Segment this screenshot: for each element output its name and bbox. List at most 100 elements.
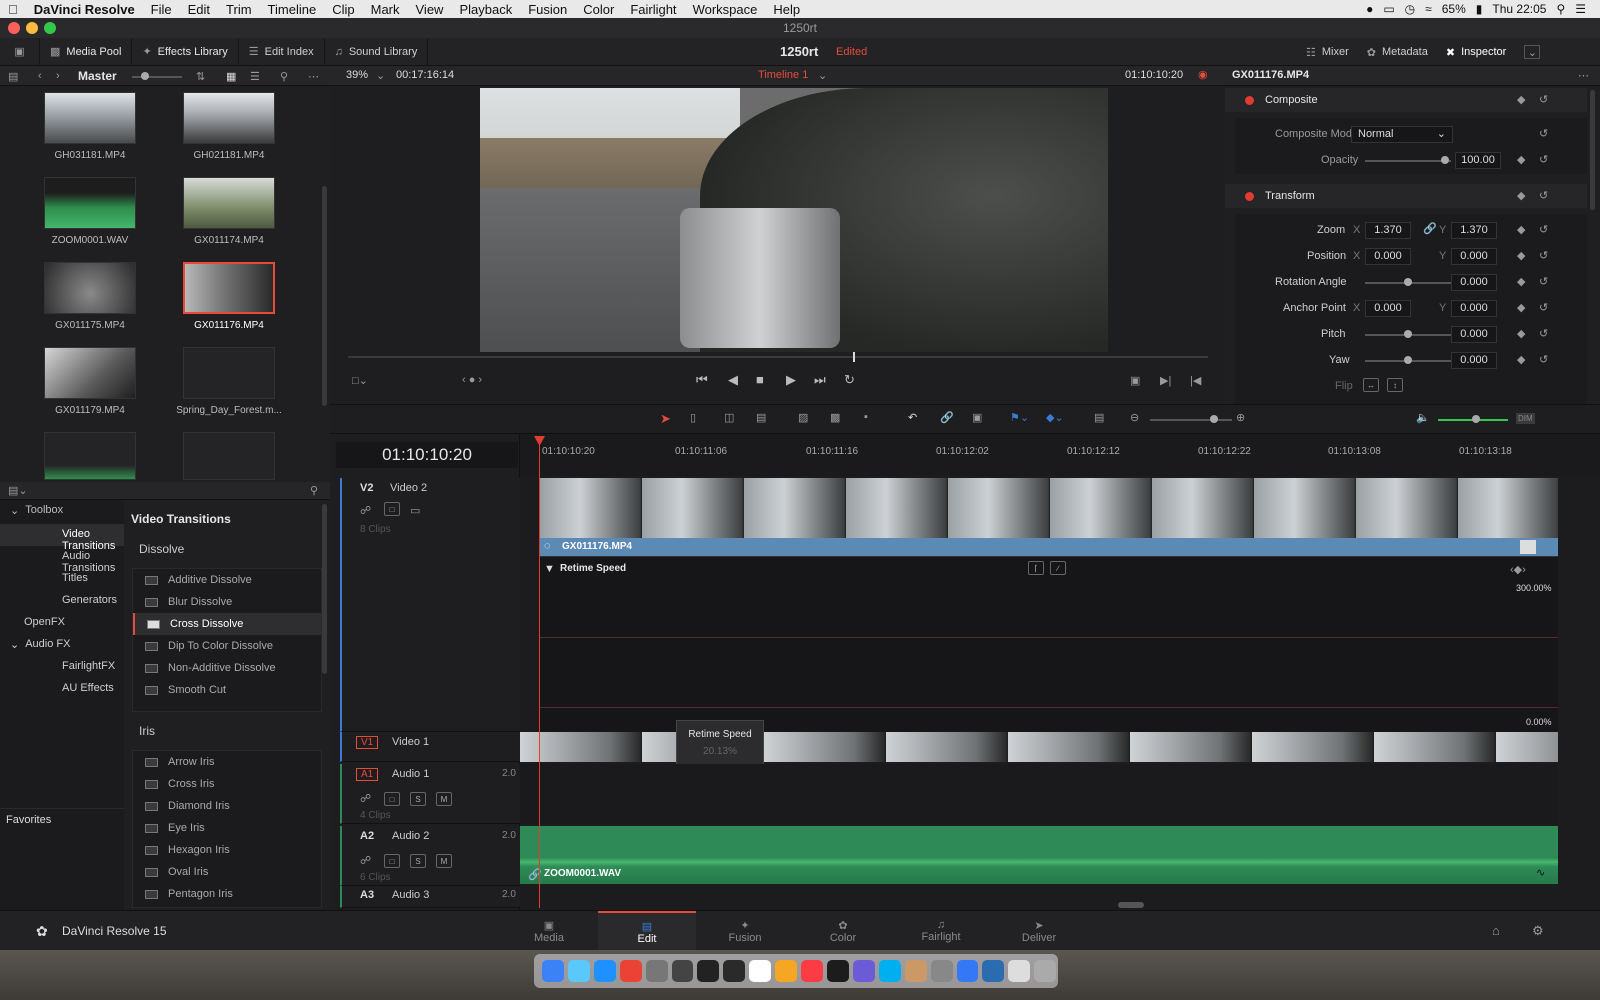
favorites-label[interactable]: Favorites [6,814,51,826]
menu-playback[interactable]: Playback [451,2,520,17]
track-header-a1[interactable]: A1 Audio 1 2.0 ☍ □ S M 4 Clips [340,764,520,824]
sidebar-toggle-icon[interactable]: ▤ [8,70,18,83]
curve-editor-icon[interactable] [1520,540,1536,554]
clip-thumbnail[interactable] [44,92,136,144]
audio-clip-thumbnail[interactable] [44,177,136,229]
mute-button[interactable]: M [436,792,452,806]
scrubber-playhead[interactable] [853,352,855,362]
menu-trim[interactable]: Trim [218,2,260,17]
more-options-icon[interactable]: ⋯ [308,70,319,83]
flip-vertical-icon[interactable]: ↕ [1387,378,1403,392]
keyframe-icon[interactable]: ◆ [1517,327,1525,340]
back-icon[interactable]: ‹ [38,70,42,82]
timeline-dropdown-icon[interactable]: ⌄ [818,69,827,82]
track-name[interactable]: Video 2 [390,482,427,494]
photos-icon[interactable] [775,960,798,982]
zoom-window-icon[interactable] [44,22,56,34]
track-header-v1[interactable]: V1 Video 1 [340,732,520,762]
vpn-icon[interactable] [982,960,1005,982]
media-pool-button[interactable]: ▩ Media Pool [40,37,133,66]
fx-cross-dissolve[interactable]: Cross Dissolve [133,613,321,635]
video-frame[interactable] [480,88,1108,352]
fx-hexagon-iris[interactable]: Hexagon Iris [133,839,321,861]
grid-view-icon[interactable]: ▦ [226,70,236,83]
fx-arrow-iris[interactable]: Arrow Iris [133,751,321,773]
retime-dropdown-icon[interactable]: ▼ [544,563,555,575]
fx-additive-dissolve[interactable]: Additive Dissolve [133,569,321,591]
clip-thumbnail[interactable] [183,177,275,229]
insert-clip-icon[interactable]: ▨ [798,411,808,424]
reset-icon[interactable]: ↺ [1539,327,1548,340]
composite-mode-select[interactable]: Normal ⌄ [1351,126,1453,143]
selection-tool-icon[interactable]: ➤ [660,411,671,427]
keyframe-ease-icon[interactable]: ⌈ [1028,561,1044,575]
timeline-ruler[interactable]: 01:10:10:20 01:10:11:06 01:10:11:16 01:1… [520,434,1600,476]
menu-fairlight[interactable]: Fairlight [622,2,684,17]
fx-pentagon-iris[interactable]: Pentagon Iris [133,883,321,905]
fx-smooth-cut[interactable]: Smooth Cut [133,679,321,701]
menu-mark[interactable]: Mark [363,2,408,17]
reset-icon[interactable]: ↺ [1539,189,1548,202]
fx-cross-iris[interactable]: Cross Iris [133,773,321,795]
expand-icon[interactable]: ⌄ [1524,45,1541,59]
prev-edit-icon[interactable]: |◀ [1190,374,1201,387]
scrubber-bar[interactable] [348,356,1208,358]
edit-index-button[interactable]: ☰ Edit Index [239,37,325,66]
track-id[interactable]: V1 [356,736,379,749]
anchor-y-field[interactable]: 0.000 [1451,300,1497,317]
forward-icon[interactable]: › [56,70,60,82]
chrome-icon[interactable] [619,960,642,982]
app-store-icon[interactable] [567,960,590,982]
zoom-out-icon[interactable]: ⊖ [1130,411,1139,424]
v2-clip-thumbnails[interactable] [540,478,1558,538]
opacity-field[interactable]: 100.00 [1455,152,1501,169]
keyframe-icon[interactable]: ◆ [1517,223,1525,236]
solo-button[interactable]: S [410,854,426,868]
system-preferences-icon[interactable] [645,960,668,982]
clock[interactable]: Thu 22:05 [1492,2,1546,16]
jog-icon[interactable]: ‹ ● › [462,374,482,386]
flag-icon[interactable]: ⚑⌄ [1010,411,1029,424]
keyframe-nav-icon[interactable]: ‹◆› [1510,563,1526,576]
bin-name[interactable]: Master [78,69,117,83]
tree-item-openfx[interactable]: OpenFX [24,616,65,628]
transform-enable-toggle[interactable] [1245,192,1254,201]
close-window-icon[interactable] [8,22,20,34]
lock-icon[interactable]: ☍ [360,854,371,867]
position-lock-icon[interactable]: ▣ [972,411,982,424]
terminal-icon[interactable] [697,960,720,982]
volume-icon[interactable]: 🔈 [1416,411,1430,424]
track-name[interactable]: Audio 3 [392,889,429,901]
airplay-icon[interactable]: ▭ [1383,2,1394,16]
battery-icon[interactable]: ▮ [1476,2,1483,16]
flip-horizontal-icon[interactable]: ↔ [1363,378,1379,392]
mute-button[interactable]: M [436,854,452,868]
fx-eye-iris[interactable]: Eye Iris [133,817,321,839]
network-icon[interactable] [956,960,979,982]
tree-item-titles[interactable]: Titles [62,572,88,584]
zoom-x-field[interactable]: 1.370 [1365,222,1411,239]
keyframe-icon[interactable]: ◆ [1517,249,1525,262]
preview-icon[interactable] [930,960,953,982]
pitch-field[interactable]: 0.000 [1451,326,1497,343]
audio-curve-icon[interactable]: ∿ [1536,866,1545,879]
notes-icon[interactable] [904,960,927,982]
clip-thumbnail[interactable] [183,92,275,144]
retime-curve-editor[interactable]: ▼ Retime Speed ⌈ ∕ ‹◆› 300.00% 0.00% [540,556,1558,732]
rotation-field[interactable]: 0.000 [1451,274,1497,291]
effects-library-button[interactable]: ✦ Effects Library [132,37,239,66]
track-name[interactable]: Video 1 [392,736,429,748]
search-icon[interactable]: ⚲ [280,70,288,83]
menu-clip[interactable]: Clip [324,2,362,17]
effects-panel-toggle-icon[interactable]: ▤⌄ [8,484,28,497]
keyframe-icon[interactable]: ◆ [1517,153,1525,166]
rotation-knob[interactable] [1404,278,1412,286]
wifi-icon[interactable]: ≈ [1425,2,1432,16]
clip-thumbnail[interactable] [44,262,136,314]
fx-dip-to-color-dissolve[interactable]: Dip To Color Dissolve [133,635,321,657]
viewer-transform-icon[interactable]: □⌄ [352,374,368,387]
track-visibility-icon[interactable]: ▭ [410,504,420,517]
yaw-knob[interactable] [1404,356,1412,364]
menu-fusion[interactable]: Fusion [520,2,575,17]
reset-icon[interactable]: ↺ [1539,153,1548,166]
